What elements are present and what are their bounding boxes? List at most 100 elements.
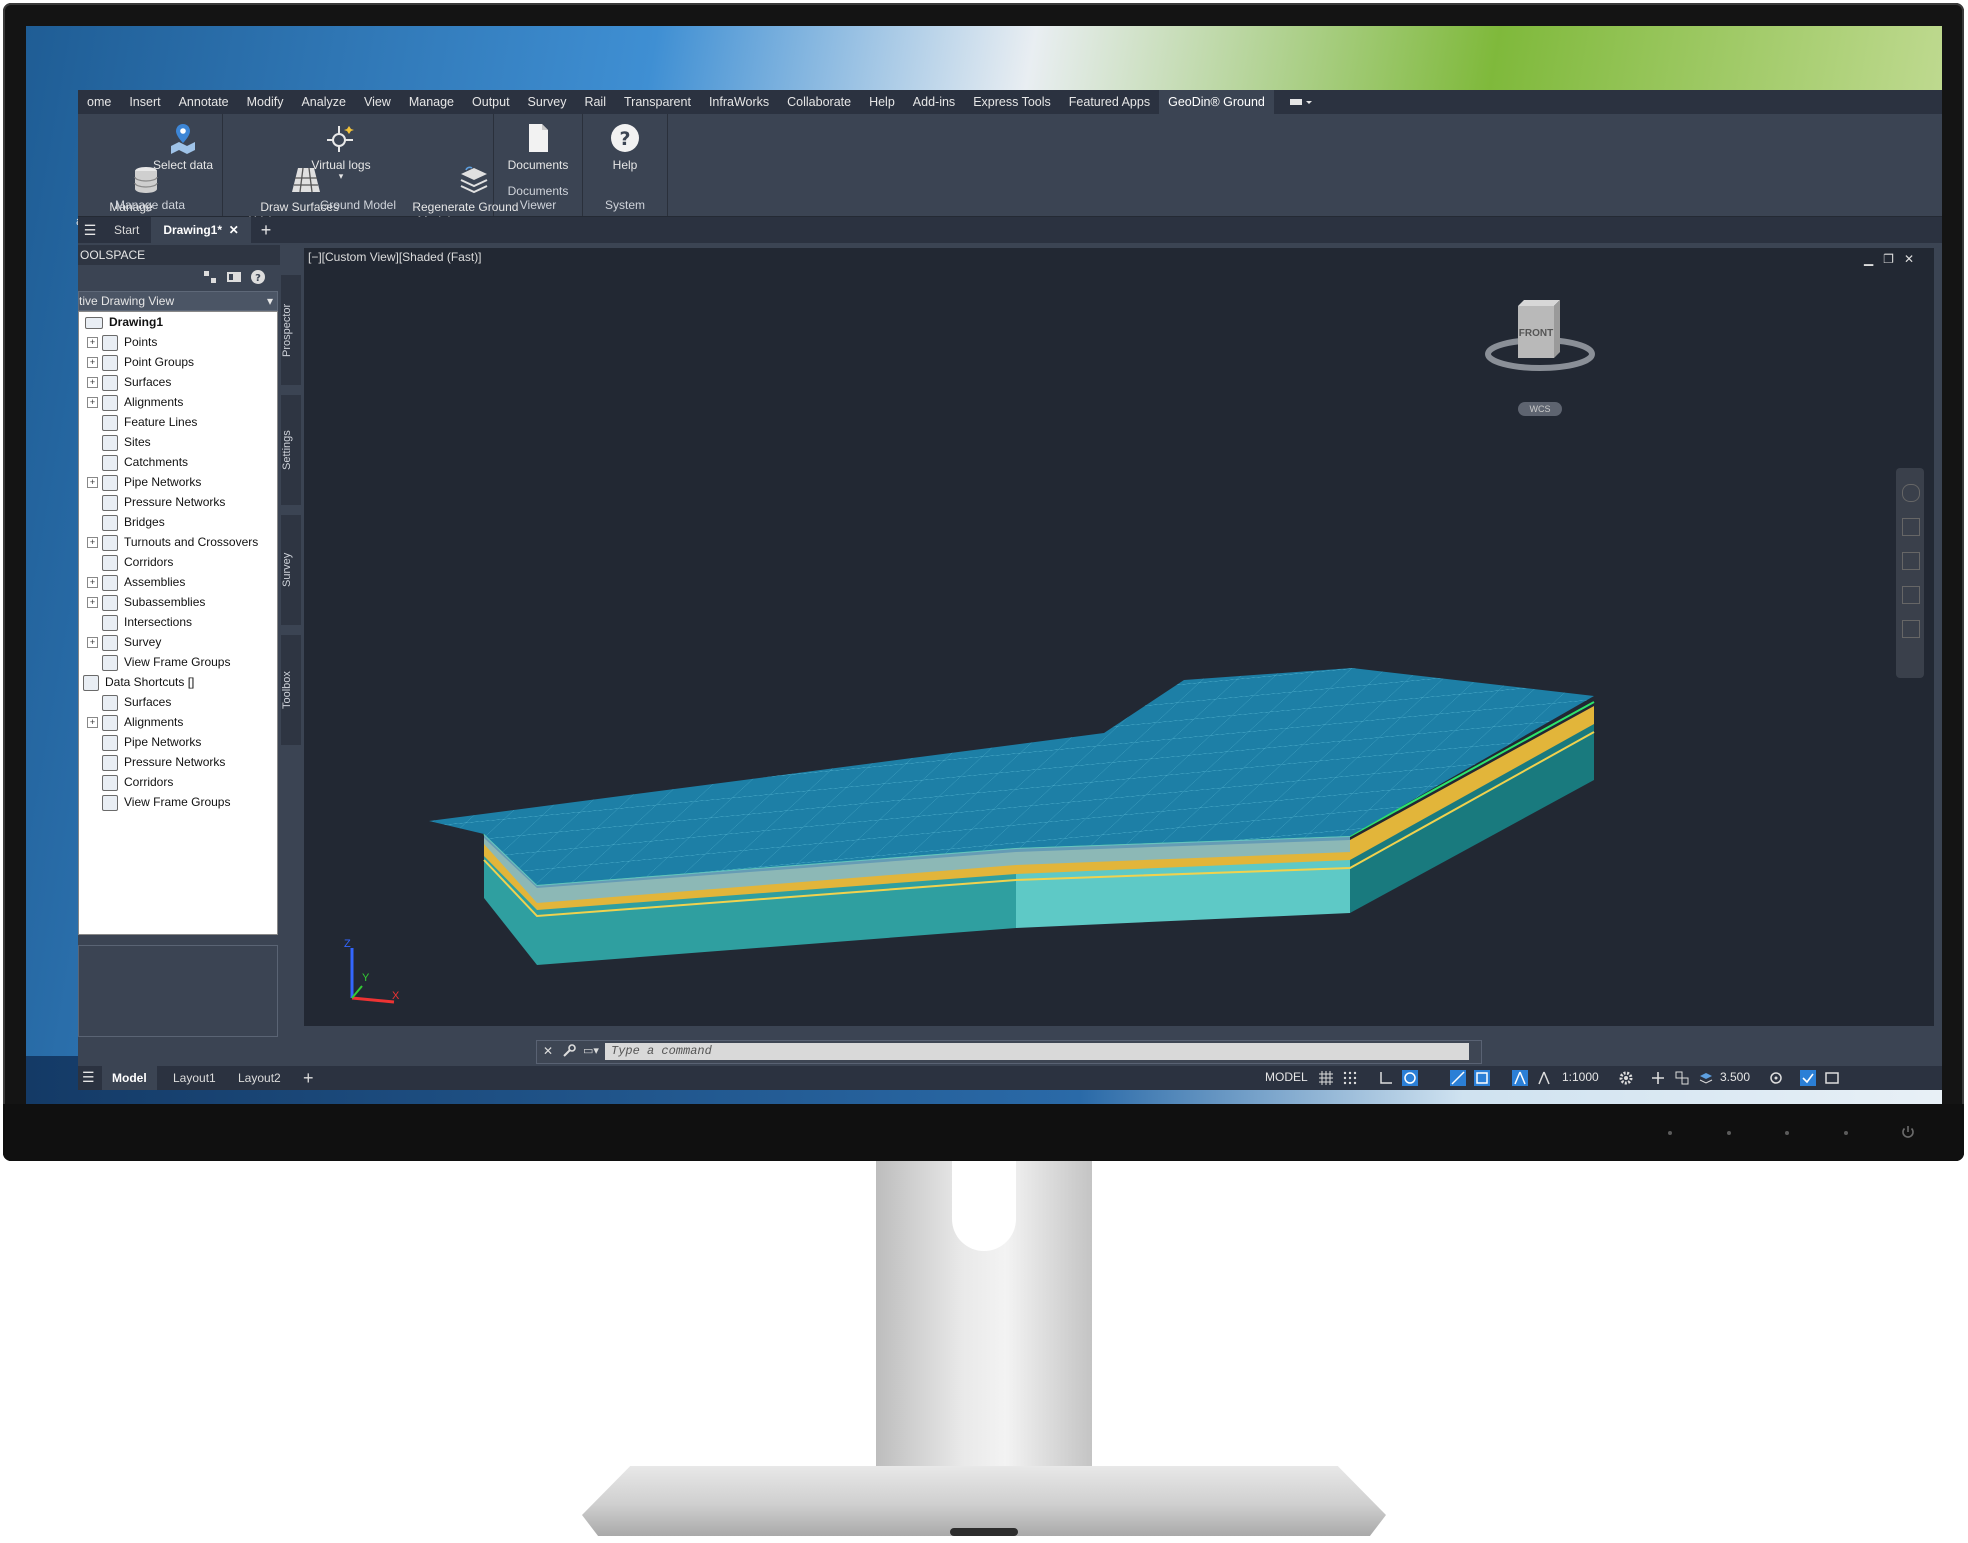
annotation-scale-select[interactable]: 1:1000 <box>1562 1070 1599 1084</box>
polar-tracking-icon[interactable] <box>1402 1070 1418 1086</box>
gear-icon[interactable] <box>1618 1070 1634 1086</box>
menu-icon[interactable]: ☰ <box>78 222 102 239</box>
tab-start[interactable]: Start <box>102 217 151 243</box>
tree-item-points[interactable]: + Points <box>87 332 157 352</box>
plus-icon[interactable] <box>1650 1070 1666 1086</box>
ribbon-tab-infraworks[interactable]: InfraWorks <box>700 90 778 114</box>
ribbon-tab-modify[interactable]: Modify <box>238 90 293 114</box>
close-icon[interactable]: ✕ <box>229 223 239 237</box>
add-layout-plus-icon[interactable]: + <box>303 1066 314 1090</box>
shortcut-item-view-frame-groups[interactable]: View Frame Groups <box>102 792 230 812</box>
orbit-icon[interactable] <box>1902 586 1920 604</box>
object-snap-icon[interactable] <box>1474 1070 1490 1086</box>
expand-icon[interactable]: + <box>87 637 98 649</box>
expand-icon[interactable]: + <box>87 477 98 489</box>
tree-item-sites[interactable]: Sites <box>102 432 151 452</box>
ribbon-tab-collaborate[interactable]: Collaborate <box>778 90 860 114</box>
viewcube-face-label[interactable]: FRONT <box>1518 328 1554 339</box>
drawing-view-select[interactable]: tive Drawing View ▾ <box>78 291 278 311</box>
tree-item-corridors[interactable]: Corridors <box>102 552 173 572</box>
ribbon-tab-addins[interactable]: Add-ins <box>904 90 964 114</box>
fullscreen-icon[interactable] <box>1824 1070 1840 1086</box>
monitor-button[interactable] <box>1844 1131 1848 1135</box>
ribbon-tab-express-tools[interactable]: Express Tools <box>964 90 1060 114</box>
layout-tab-layout2[interactable]: Layout2 <box>238 1066 281 1090</box>
tree-item-survey[interactable]: + Survey <box>87 632 161 652</box>
side-tab-survey[interactable]: Survey <box>281 515 301 625</box>
ribbon-minimize-dropdown[interactable] <box>1288 94 1314 110</box>
model-space-toggle[interactable]: MODEL <box>1265 1070 1308 1084</box>
tree-item-intersections[interactable]: Intersections <box>102 612 192 632</box>
monitor-button[interactable] <box>1727 1131 1731 1135</box>
expand-icon[interactable]: + <box>87 377 98 389</box>
ribbon-tab-manage[interactable]: Manage <box>400 90 463 114</box>
expand-icon[interactable]: + <box>87 717 98 729</box>
showmotion-icon[interactable] <box>1902 620 1920 638</box>
wrench-icon[interactable] <box>561 1043 577 1062</box>
shortcut-item-alignments[interactable]: + Alignments <box>87 712 183 732</box>
wcs-button[interactable]: WCS <box>1518 402 1562 416</box>
tree-root-drawing1[interactable]: Drawing1 <box>85 312 163 332</box>
toolspace-panel-icon[interactable] <box>226 269 242 288</box>
steering-wheel-icon[interactable] <box>1902 484 1920 502</box>
auto-scale-icon[interactable] <box>1536 1070 1552 1086</box>
pan-icon[interactable] <box>1902 518 1920 536</box>
virtual-logs-button[interactable]: Virtual logs ▾ <box>309 122 373 181</box>
ribbon-tab-transparent[interactable]: Transparent <box>615 90 700 114</box>
expand-icon[interactable]: + <box>87 397 98 409</box>
tree-item-subassemblies[interactable]: + Subassemblies <box>87 592 205 612</box>
ribbon-tab-insert[interactable]: Insert <box>120 90 169 114</box>
tree-item-pressure-networks[interactable]: Pressure Networks <box>102 492 225 512</box>
tree-item-assemblies[interactable]: + Assemblies <box>87 572 185 592</box>
close-icon[interactable]: ✕ <box>543 1044 553 1058</box>
expand-icon[interactable]: + <box>87 597 98 609</box>
expand-icon[interactable]: + <box>87 337 98 349</box>
toolspace-help-icon[interactable]: ? <box>250 269 266 288</box>
isolate-objects-icon[interactable] <box>1768 1070 1784 1086</box>
layout-tab-layout1[interactable]: Layout1 <box>173 1066 216 1090</box>
expand-icon[interactable]: + <box>87 357 98 369</box>
expand-icon[interactable]: + <box>87 537 98 549</box>
command-input[interactable]: Type a command <box>605 1043 1469 1060</box>
side-tab-toolbox[interactable]: Toolbox <box>281 635 301 745</box>
tree-item-bridges[interactable]: Bridges <box>102 512 165 532</box>
tree-root-data-shortcuts[interactable]: Data Shortcuts [] <box>83 672 194 692</box>
tree-item-turnouts[interactable]: + Turnouts and Crossovers <box>87 532 258 552</box>
ribbon-tab-analyze[interactable]: Analyze <box>292 90 354 114</box>
expand-icon[interactable]: + <box>87 577 98 589</box>
tree-item-surfaces[interactable]: + Surfaces <box>87 372 171 392</box>
layers-icon[interactable] <box>1698 1070 1714 1086</box>
shortcut-item-pipe-networks[interactable]: Pipe Networks <box>102 732 201 752</box>
elevation-value[interactable]: 3.500 <box>1720 1070 1750 1084</box>
ribbon-tab-rail[interactable]: Rail <box>575 90 615 114</box>
ribbon-tab-home[interactable]: ome <box>78 90 120 114</box>
viewcube[interactable]: FRONT WCS <box>1480 298 1600 428</box>
side-tab-settings[interactable]: Settings <box>281 395 301 505</box>
layout-menu-icon[interactable]: ☰ <box>82 1069 95 1086</box>
virtual-logs-dropdown-icon[interactable]: ▾ <box>309 172 373 181</box>
ribbon-tab-survey[interactable]: Survey <box>519 90 576 114</box>
hardware-acceleration-icon[interactable] <box>1800 1070 1816 1086</box>
grid-icon[interactable] <box>1318 1070 1334 1086</box>
documents-button[interactable]: Documents <box>502 122 574 172</box>
new-tab-plus-icon[interactable]: + <box>251 220 282 241</box>
ribbon-tab-output[interactable]: Output <box>463 90 519 114</box>
drawing-viewport[interactable]: [−][Custom View][Shaded (Fast)] ▁❐✕ FRON… <box>304 248 1934 1026</box>
power-icon[interactable] <box>1900 1124 1916 1140</box>
tree-item-catchments[interactable]: Catchments <box>102 452 188 472</box>
tree-item-view-frame-groups[interactable]: View Frame Groups <box>102 652 230 672</box>
zoom-icon[interactable] <box>1902 552 1920 570</box>
tree-item-alignments[interactable]: + Alignments <box>87 392 183 412</box>
ribbon-tab-annotate[interactable]: Annotate <box>170 90 238 114</box>
ortho-icon[interactable] <box>1378 1070 1394 1086</box>
select-data-button[interactable]: Select data <box>148 122 218 172</box>
shortcut-item-pressure-networks[interactable]: Pressure Networks <box>102 752 225 772</box>
ribbon-tab-featured-apps[interactable]: Featured Apps <box>1060 90 1159 114</box>
shortcut-item-surfaces[interactable]: Surfaces <box>102 692 171 712</box>
ribbon-tab-geodin-ground[interactable]: GeoDin® Ground <box>1159 90 1274 114</box>
ribbon-tab-view[interactable]: View <box>355 90 400 114</box>
tab-drawing1[interactable]: Drawing1* ✕ <box>151 217 251 243</box>
command-history-icon[interactable]: ▭▾ <box>583 1044 599 1057</box>
annotation-visibility-icon[interactable] <box>1512 1070 1528 1086</box>
shortcut-item-corridors[interactable]: Corridors <box>102 772 173 792</box>
